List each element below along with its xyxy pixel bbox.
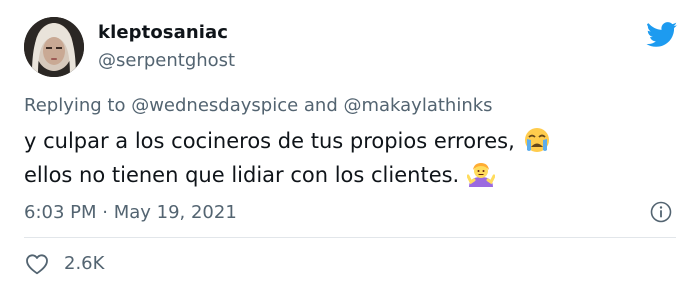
tweet-card: kleptosaniac @serpentghost Replying to @…: [0, 0, 700, 291]
replying-to-label: Replying to: [24, 95, 132, 116]
twitter-bird-icon[interactable]: [646, 22, 678, 48]
user-handle[interactable]: @serpentghost: [98, 50, 235, 71]
person-shrugging-icon: [467, 163, 496, 187]
replying-to: Replying to @wednesdayspice and @makayla…: [24, 95, 493, 116]
display-name[interactable]: kleptosaniac: [98, 22, 228, 43]
divider: [24, 237, 676, 238]
tweet-line-2-text: ellos no tienen que lidiar con los clien…: [24, 163, 460, 187]
info-icon[interactable]: [650, 201, 672, 223]
tweet-line-1: y culpar a los cocineros de tus propios …: [24, 124, 551, 158]
tweet-line-2: ellos no tienen que lidiar con los clien…: [24, 158, 551, 192]
mention-link-2[interactable]: @makaylathinks: [343, 95, 492, 116]
tweet-timestamp[interactable]: 6:03 PM · May 19, 2021: [24, 202, 237, 223]
avatar-image: [24, 17, 84, 77]
like-count[interactable]: 2.6K: [64, 253, 104, 274]
avatar[interactable]: [24, 17, 84, 77]
replying-joiner: and: [298, 95, 344, 116]
tweet-text: y culpar a los cocineros de tus propios …: [24, 124, 551, 192]
heart-icon[interactable]: [25, 253, 49, 275]
mention-link-1[interactable]: @wednesdayspice: [131, 95, 298, 116]
crying-face-icon: [524, 128, 549, 152]
tweet-line-1-text: y culpar a los cocineros de tus propios …: [24, 129, 515, 153]
